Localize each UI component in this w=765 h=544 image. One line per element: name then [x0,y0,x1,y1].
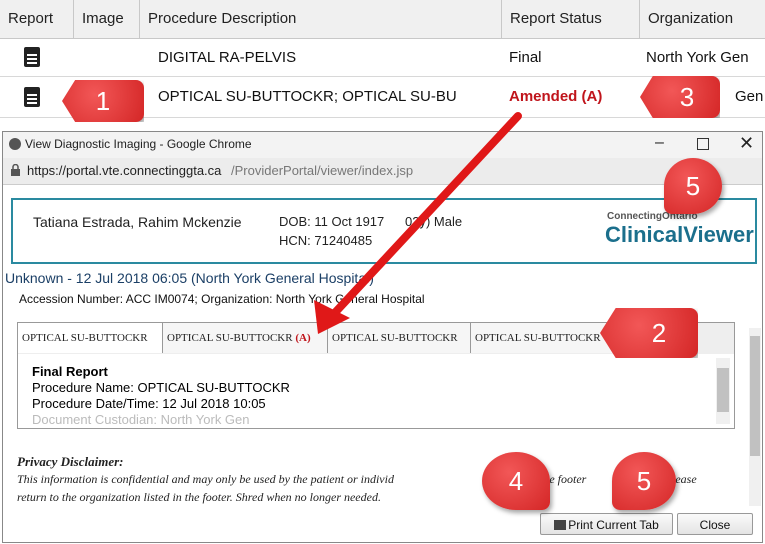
callout-badge: 2 [600,308,698,358]
callout-badge: 1 [62,80,144,122]
callout-badge: 5 [612,452,676,510]
callout-badge: 5 [664,158,722,214]
callout-badge: 3 [640,76,720,118]
callout-badge: 4 [482,452,550,510]
